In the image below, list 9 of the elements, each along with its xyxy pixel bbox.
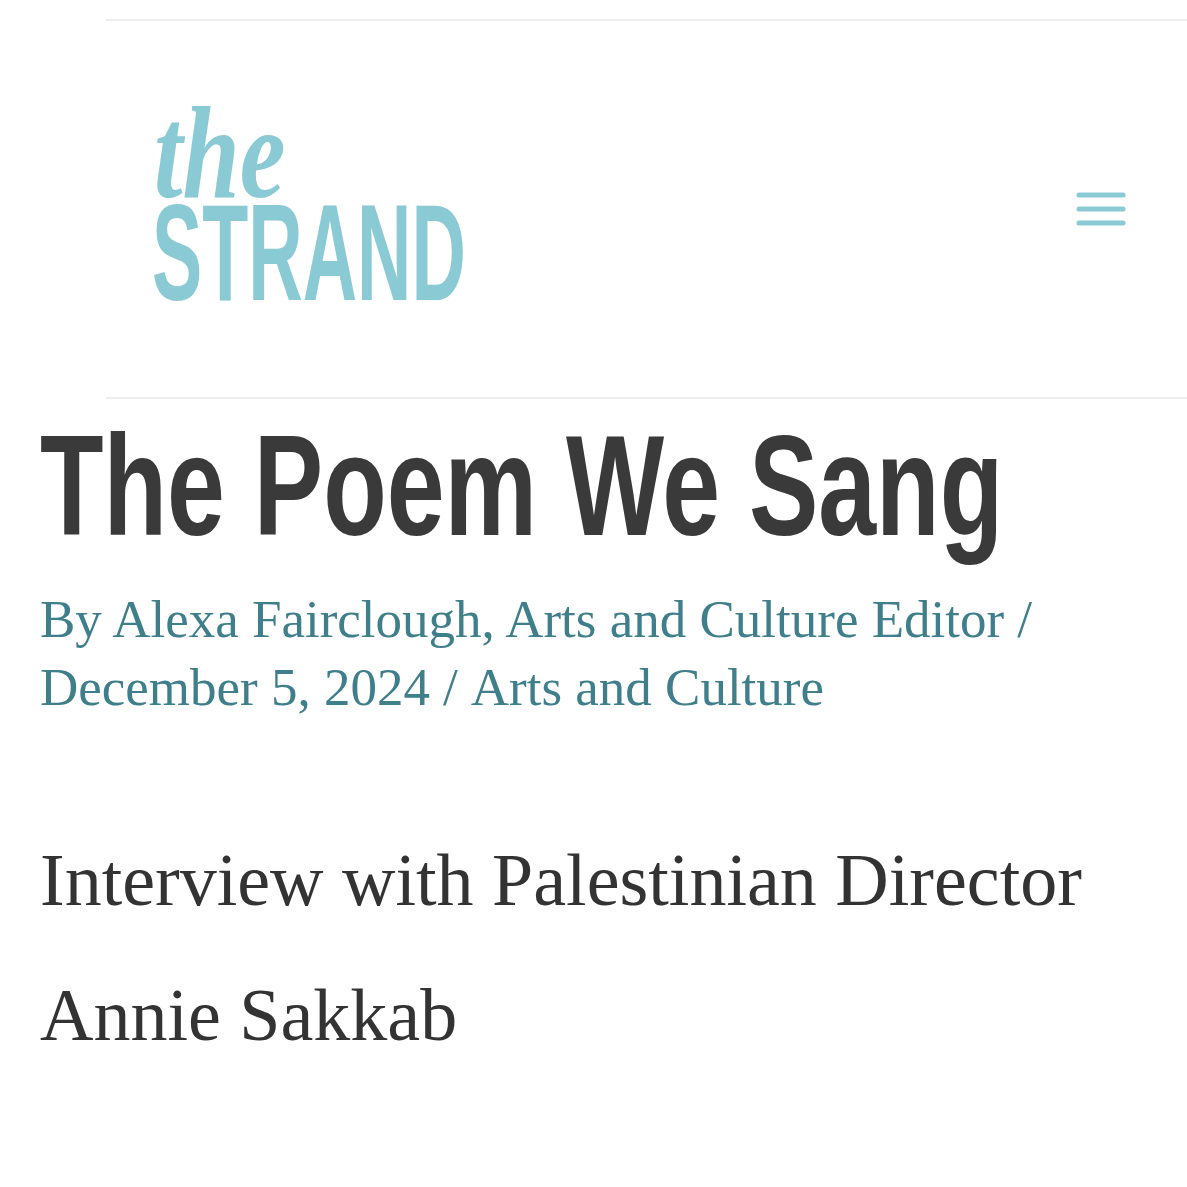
- menu-button[interactable]: [1076, 192, 1126, 226]
- article-subtitle: Interview with Palestinian Director Annie Sakkab: [40, 838, 1083, 1058]
- meta-separator: /: [1017, 589, 1032, 650]
- byline-link[interactable]: By Alexa Fairclough, Arts and Culture Editor: [40, 585, 1005, 653]
- post-date: December 5, 2024: [40, 657, 430, 718]
- category-link[interactable]: Arts and Culture: [470, 653, 824, 721]
- meta-separator: /: [443, 657, 458, 718]
- menu-icon: [1076, 192, 1126, 226]
- article-title: The Poem We Sang: [40, 405, 1004, 568]
